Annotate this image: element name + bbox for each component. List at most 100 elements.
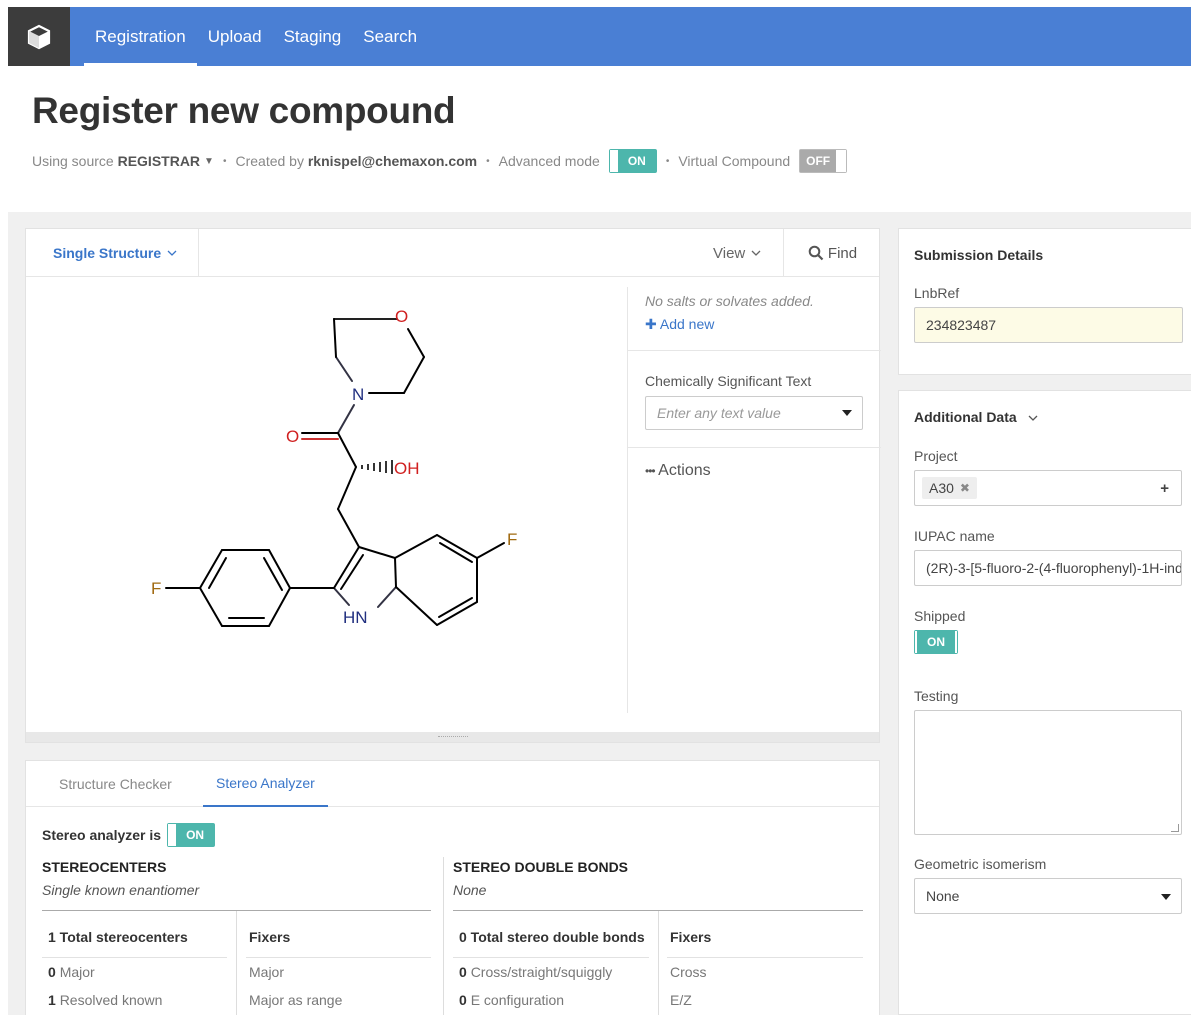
find-button[interactable]: Find [783, 229, 881, 277]
stereo-analyzer-toggle[interactable]: ON [167, 823, 216, 847]
remove-chip-icon[interactable]: ✖ [960, 481, 970, 495]
double-bond-row: 0 E configuration [459, 992, 565, 1008]
view-dropdown[interactable]: View [713, 229, 762, 277]
structure-mode-label: Single Structure [53, 245, 162, 261]
nav-registration[interactable]: Registration [84, 7, 197, 66]
fixer-ez-link[interactable]: E/Z [670, 992, 692, 1008]
resize-grip-icon[interactable] [1171, 824, 1179, 832]
atom-f-right: F [507, 530, 517, 549]
lnbref-input[interactable]: 234823487 [914, 307, 1183, 343]
search-icon [808, 245, 824, 261]
virtual-compound-label: Virtual Compound [678, 153, 791, 169]
atom-f-left: F [151, 579, 161, 598]
resize-handle[interactable] [26, 732, 879, 742]
column-divider [236, 911, 237, 1015]
analyzer-tabs: Structure Checker Stereo Analyzer [26, 761, 879, 807]
app-logo[interactable] [8, 7, 70, 66]
lnbref-label: LnbRef [914, 285, 960, 301]
additional-data-toggle[interactable]: Additional Data [914, 409, 1039, 425]
fixer-cross-link[interactable]: Cross [670, 964, 707, 980]
structure-card: Single Structure View Find O N O OH F F … [25, 228, 881, 743]
separator-dot: • [222, 155, 227, 167]
advanced-mode-toggle[interactable]: ON [608, 149, 657, 173]
column-divider [658, 911, 659, 1015]
tab-stereo-analyzer[interactable]: Stereo Analyzer [203, 761, 328, 807]
divider [667, 957, 863, 958]
toggle-state: ON [617, 150, 656, 172]
ellipsis-icon: ••• [645, 464, 656, 478]
nav-search[interactable]: Search [352, 7, 428, 66]
divider [246, 957, 431, 958]
divider [628, 447, 881, 448]
stereo-row: 1 Resolved known [48, 992, 163, 1008]
virtual-compound-toggle[interactable]: OFF [799, 149, 848, 173]
source-selector[interactable]: REGISTRAR [118, 153, 200, 169]
fixer-major-link[interactable]: Major [249, 964, 284, 980]
chem-text-select[interactable]: Enter any text value [645, 396, 863, 430]
project-chip-label: A30 [929, 480, 954, 496]
caret-down-icon[interactable]: ▼ [204, 156, 214, 167]
analyzer-card: Structure Checker Stereo Analyzer Stereo… [25, 760, 880, 1015]
toggle-state: ON [917, 631, 955, 653]
project-label: Project [914, 448, 958, 464]
stereo-analyzer-status: Stereo analyzer is ON [42, 823, 216, 847]
divider [628, 350, 881, 351]
top-navbar: Registration Upload Staging Search [8, 7, 1191, 66]
nav-upload[interactable]: Upload [197, 7, 273, 66]
shipped-toggle-wrap: ON [914, 630, 958, 656]
double-bonds-title: STEREO DOUBLE BONDS [453, 859, 629, 875]
geometric-isomerism-select[interactable]: None [914, 878, 1182, 914]
double-bonds-total: 0 Total stereo double bonds [459, 929, 645, 945]
testing-label: Testing [914, 688, 959, 704]
advanced-mode-label: Advanced mode [498, 153, 600, 169]
geometric-isomerism-value: None [926, 888, 960, 904]
geometric-isomerism-label: Geometric isomerism [914, 856, 1047, 872]
divider [42, 957, 227, 958]
divider [453, 957, 649, 958]
stereocenters-subtitle: Single known enantiomer [42, 882, 200, 898]
chevron-down-icon [167, 250, 177, 256]
add-new-label: Add new [659, 316, 715, 332]
stereo-row: 0 Major [48, 964, 95, 980]
toggle-state: ON [176, 824, 215, 846]
nav-staging[interactable]: Staging [273, 7, 353, 66]
source-label: Using source [32, 153, 114, 169]
plus-icon: ✚ [645, 316, 657, 332]
column-divider [443, 857, 444, 1015]
molecule-drawing: O N O OH F F HN [151, 307, 517, 627]
logo-icon [27, 24, 51, 49]
additional-data-title: Additional Data [914, 409, 1017, 425]
actions-label: Actions [658, 462, 711, 479]
caret-down-icon [842, 410, 852, 416]
atom-o-carbonyl: O [286, 427, 299, 446]
stereocenters-total: 1 Total stereocenters [48, 929, 188, 945]
created-by-value: rknispel@chemaxon.com [307, 153, 478, 169]
toggle-state: OFF [800, 150, 837, 172]
fixer-major-range-link[interactable]: Major as range [249, 992, 342, 1008]
project-multiselect[interactable]: A30 ✖ + [914, 470, 1182, 506]
stereocenters-title: STEREOCENTERS [42, 859, 167, 875]
find-label: Find [827, 244, 858, 262]
separator-dot: • [486, 155, 490, 167]
structure-mode-dropdown[interactable]: Single Structure [26, 229, 199, 277]
tab-structure-checker[interactable]: Structure Checker [59, 761, 172, 807]
iupac-input[interactable]: (2R)-3-[5-fluoro-2-(4-fluorophenyl)-1H-i… [914, 550, 1182, 586]
double-bonds-subtitle: None [453, 882, 487, 898]
project-chip: A30 ✖ [922, 477, 977, 499]
atom-n-ring: N [352, 385, 364, 404]
page-title: Register new compound [32, 90, 456, 131]
chevron-down-icon [751, 250, 761, 256]
double-bonds-fixers-header: Fixers [670, 929, 712, 945]
add-new-salt-link[interactable]: ✚ Add new [645, 316, 714, 333]
atom-nh: HN [343, 608, 368, 627]
testing-textarea[interactable] [914, 710, 1182, 835]
structure-canvas[interactable]: O N O OH F F HN [26, 277, 627, 733]
separator-dot: • [665, 155, 670, 167]
caret-down-icon [1161, 894, 1171, 900]
add-project-icon[interactable]: + [1160, 480, 1169, 497]
shipped-label: Shipped [914, 608, 966, 624]
actions-menu[interactable]: ••• Actions [645, 462, 711, 480]
chem-text-label: Chemically Significant Text [645, 373, 812, 389]
structure-toolbar: Single Structure View Find [26, 229, 879, 277]
shipped-toggle[interactable]: ON [914, 630, 958, 654]
